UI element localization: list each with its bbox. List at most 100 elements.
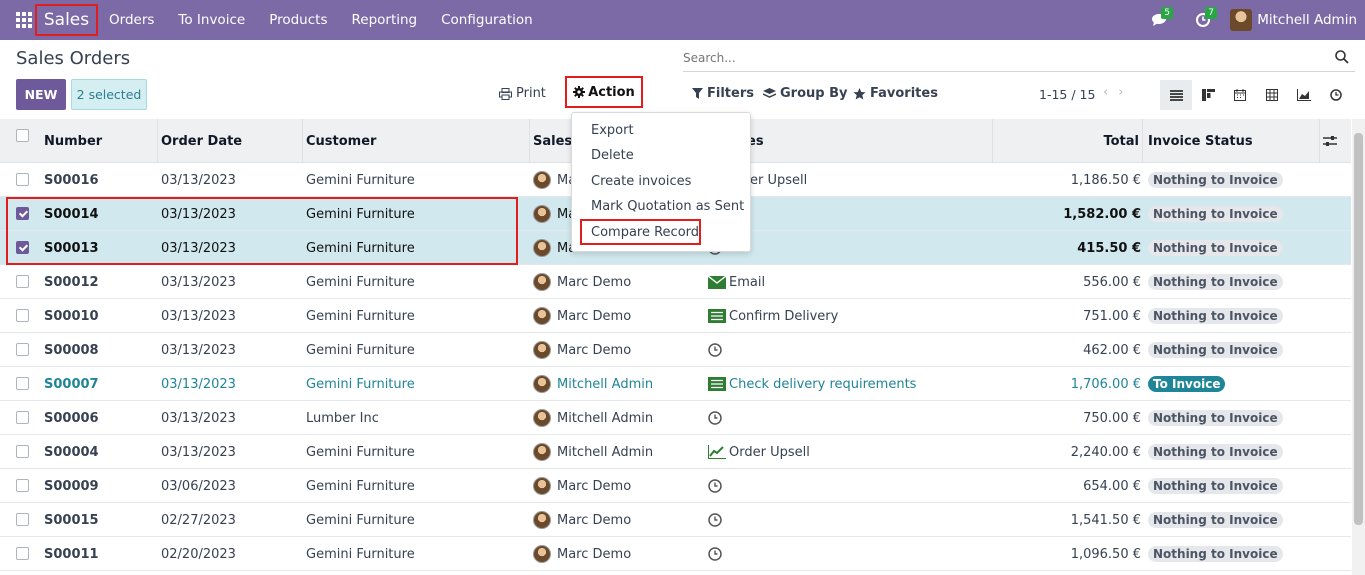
table-row[interactable]: S00006 03/13/2023 Lumber Inc Mitchell Admin…	[0, 401, 1351, 435]
select-all-checkbox[interactable]	[16, 129, 29, 142]
column-customer[interactable]: Customer	[306, 119, 530, 163]
print-button[interactable]: Print	[499, 86, 546, 101]
activities-count-badge: 7	[1205, 7, 1217, 19]
clock-icon[interactable]	[708, 513, 722, 527]
delivery-icon[interactable]	[708, 377, 726, 391]
main-menu: Orders To Invoice Products Reporting Con…	[97, 0, 545, 40]
menu-item-export[interactable]: Export	[591, 123, 634, 138]
print-label: Print	[516, 86, 546, 101]
menu-configuration[interactable]: Configuration	[429, 12, 545, 28]
pager-prev-icon[interactable]: ‹	[1103, 85, 1108, 100]
order-total: 2,240.00 €	[1070, 444, 1141, 460]
activity-view-button[interactable]	[1320, 80, 1352, 110]
delivery-icon[interactable]	[708, 309, 726, 323]
kanban-view-button[interactable]	[1192, 80, 1224, 110]
salesperson-cell: Marc Demo	[533, 265, 703, 299]
table-row[interactable]: S00004 03/13/2023 Gemini Furniture Mitchell…	[0, 435, 1351, 469]
salesperson-avatar	[533, 409, 551, 427]
row-checkbox[interactable]	[16, 377, 29, 390]
menu-orders[interactable]: Orders	[97, 12, 166, 28]
clock-icon[interactable]	[708, 411, 722, 425]
table-row[interactable]: S00012 03/13/2023 Gemini Furniture Marc Dem…	[0, 265, 1351, 299]
salesperson-avatar	[533, 477, 551, 495]
column-number[interactable]: Number	[44, 119, 158, 163]
menu-item-mark-quotation-sent[interactable]: Mark Quotation as Sent	[591, 199, 744, 214]
row-checkbox[interactable]	[16, 547, 29, 560]
customer-name: Gemini Furniture	[306, 478, 415, 494]
graph-view-button[interactable]	[1288, 80, 1320, 110]
column-activities[interactable]: es	[747, 119, 993, 163]
scrollbar-thumb[interactable]	[1354, 133, 1363, 525]
list-view-button[interactable]	[1160, 80, 1192, 110]
order-date: 02/20/2023	[161, 546, 236, 562]
menu-products[interactable]: Products	[257, 12, 339, 28]
row-checkbox[interactable]	[16, 445, 29, 458]
salesperson-cell: Marc Demo	[533, 537, 703, 571]
row-checkbox[interactable]	[16, 343, 29, 356]
messages-button[interactable]: 5	[1144, 0, 1174, 40]
clock-icon[interactable]	[708, 343, 722, 357]
row-checkbox[interactable]	[16, 173, 29, 186]
salesperson-name: Mitchell Admin	[557, 410, 654, 426]
row-checkbox[interactable]	[16, 513, 29, 526]
table-row[interactable]: S00010 03/13/2023 Gemini Furniture Marc Dem…	[0, 299, 1351, 333]
sliders-icon	[1323, 136, 1337, 146]
invoice-status-badge: Nothing to Invoice	[1148, 478, 1283, 494]
invoice-status-cell: Nothing to Invoice	[1148, 333, 1318, 367]
row-checkbox[interactable]	[16, 275, 29, 288]
salesperson-cell: Marc Demo	[533, 299, 703, 333]
search-icon[interactable]	[1335, 50, 1349, 64]
activities-button[interactable]: 7	[1188, 0, 1218, 40]
invoice-status-badge: Nothing to Invoice	[1148, 240, 1283, 256]
email-icon[interactable]	[708, 275, 726, 289]
salesperson-cell: Marc Demo	[533, 333, 703, 367]
filters-button[interactable]: Filters	[692, 86, 754, 101]
menu-item-create-invoices[interactable]: Create invoices	[591, 174, 691, 189]
activity-cell	[708, 401, 988, 435]
row-checkbox[interactable]	[16, 411, 29, 424]
table-row[interactable]: S00011 02/20/2023 Gemini Furniture Marc Dem…	[0, 537, 1351, 571]
new-button[interactable]: NEW	[16, 79, 66, 110]
menu-to-invoice[interactable]: To Invoice	[166, 12, 257, 28]
clock-icon[interactable]	[708, 479, 722, 493]
optional-columns-toggle[interactable]	[1323, 119, 1343, 163]
calendar-view-button[interactable]	[1224, 80, 1256, 110]
user-menu[interactable]: Mitchell Admin	[1218, 9, 1365, 31]
row-checkbox[interactable]	[16, 479, 29, 492]
menu-reporting[interactable]: Reporting	[339, 12, 429, 28]
activity-cell: Check delivery requirements	[708, 367, 988, 401]
activity-summary: Email	[729, 274, 766, 290]
order-date: 02/27/2023	[161, 512, 236, 528]
table-row[interactable]: S00008 03/13/2023 Gemini Furniture Marc Dem…	[0, 333, 1351, 367]
group-by-label: Group By	[780, 86, 848, 101]
clock-icon[interactable]	[708, 547, 722, 561]
row-checkbox[interactable]	[16, 309, 29, 322]
invoice-status-cell: Nothing to Invoice	[1148, 503, 1318, 537]
table-row[interactable]: S00015 02/27/2023 Gemini Furniture Marc Dem…	[0, 503, 1351, 537]
salesperson-name: Marc Demo	[557, 308, 632, 324]
filter-icon	[692, 88, 703, 99]
table-row[interactable]: S00009 03/06/2023 Gemini Furniture Marc Dem…	[0, 469, 1351, 503]
apps-menu-icon[interactable]	[16, 12, 32, 28]
table-row[interactable]: S00007 03/13/2023 Gemini Furniture Mitchell…	[0, 367, 1351, 401]
vertical-scrollbar[interactable]	[1352, 119, 1365, 575]
customer-name: Gemini Furniture	[306, 376, 415, 392]
invoice-status-badge: Nothing to Invoice	[1148, 274, 1283, 290]
pager-value[interactable]: 1-15 / 15	[1039, 87, 1095, 102]
column-invoice-status[interactable]: Invoice Status	[1148, 119, 1320, 163]
app-name[interactable]: Sales	[35, 4, 98, 36]
search-input[interactable]	[683, 46, 1323, 70]
salesperson-avatar	[533, 273, 551, 291]
upsell-chart-icon[interactable]	[708, 445, 726, 459]
column-order-date[interactable]: Order Date	[161, 119, 303, 163]
pager-next-icon[interactable]: ›	[1118, 85, 1123, 100]
salesperson-name: Marc Demo	[557, 512, 632, 528]
favorites-button[interactable]: Favorites	[853, 86, 938, 101]
column-total[interactable]: Total	[996, 119, 1143, 163]
pivot-view-button[interactable]	[1256, 80, 1288, 110]
print-icon	[499, 87, 512, 100]
action-button[interactable]: Action	[565, 76, 643, 108]
menu-item-delete[interactable]: Delete	[591, 148, 634, 163]
group-by-button[interactable]: Group By	[763, 86, 847, 101]
invoice-status-badge: Nothing to Invoice	[1148, 342, 1283, 358]
